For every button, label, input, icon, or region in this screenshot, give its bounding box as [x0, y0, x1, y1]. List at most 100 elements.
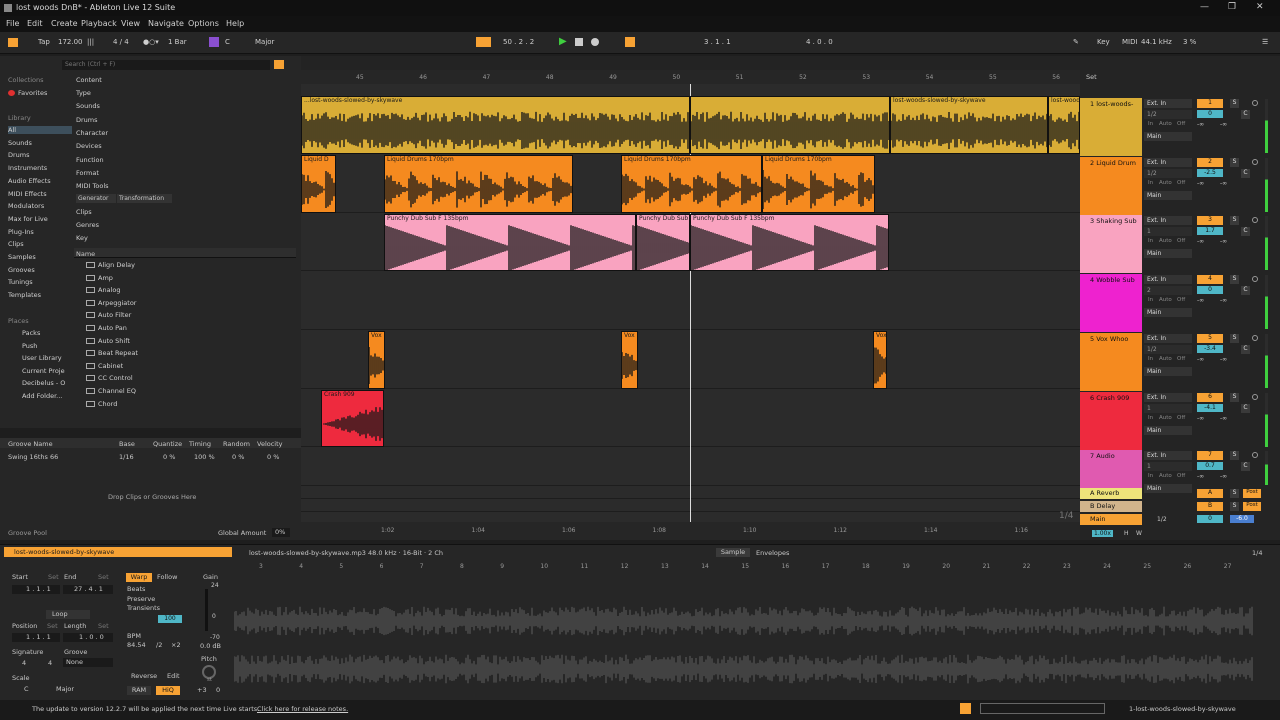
set-button[interactable]: Set: [1086, 73, 1097, 81]
send-value[interactable]: -∞: [1197, 415, 1204, 422]
monitor-off[interactable]: Off: [1177, 297, 1185, 303]
clip-liquid-drums[interactable]: Liquid Drums 170bpm: [762, 155, 875, 213]
key-map-button[interactable]: Key: [1097, 38, 1110, 46]
groove-row-quantize[interactable]: 0 %: [163, 453, 175, 461]
monitor-off[interactable]: Off: [1177, 238, 1185, 244]
length-set-button[interactable]: Set: [98, 622, 109, 630]
library-item-midi-effects[interactable]: MIDI Effects: [8, 190, 47, 198]
send-value[interactable]: -∞: [1197, 238, 1204, 245]
device-item[interactable]: Auto Pan: [86, 324, 127, 332]
track-header[interactable]: 6 Crash 909 Ext. In 1 In Auto Off Main 6 -4.1 -∞ -…: [1080, 391, 1280, 450]
send-value[interactable]: -∞: [1197, 121, 1204, 128]
clip-crash[interactable]: Crash 909: [321, 390, 384, 447]
category-type[interactable]: Type: [76, 89, 91, 97]
automation-arm-icon[interactable]: [625, 37, 635, 47]
clip-dub-sub[interactable]: Punchy Dub Sub F 135bpm: [690, 214, 889, 271]
monitor-auto[interactable]: Auto: [1159, 473, 1172, 479]
device-item[interactable]: Channel EQ: [86, 387, 136, 395]
groove-row-random[interactable]: 0 %: [232, 453, 244, 461]
monitor-in[interactable]: In: [1148, 415, 1153, 421]
h-button[interactable]: H: [1124, 530, 1129, 537]
position-field[interactable]: 1 . 1 . 1: [12, 633, 60, 642]
library-item-samples[interactable]: Samples: [8, 253, 36, 261]
input-channel-select[interactable]: 2: [1144, 286, 1192, 296]
browser-toggle-icon[interactable]: [8, 38, 18, 47]
library-item-all[interactable]: All: [8, 126, 72, 134]
library-item-instruments[interactable]: Instruments: [8, 164, 47, 172]
clip-dub-sub[interactable]: Punchy Dub Sub F 135bpm: [384, 214, 636, 271]
solo-button[interactable]: S: [1230, 216, 1239, 226]
input-type-select[interactable]: Ext. In: [1144, 157, 1192, 167]
time-signature-field[interactable]: 4 / 4: [113, 38, 129, 46]
send-value[interactable]: -∞: [1220, 356, 1227, 363]
quantization-menu[interactable]: 1 Bar: [168, 38, 187, 46]
monitor-off[interactable]: Off: [1177, 415, 1185, 421]
time-ruler[interactable]: 1:02 1:04 1:06 1:08 1:10 1:12 1:14 1:16: [301, 522, 1080, 540]
monitor-off[interactable]: Off: [1177, 121, 1185, 127]
loop-length-field[interactable]: 4 . 0 . 0: [806, 38, 833, 46]
return-track[interactable]: B Delay B S Post: [1080, 501, 1280, 513]
send-value[interactable]: -∞: [1220, 415, 1227, 422]
volume-field[interactable]: 1.7: [1197, 227, 1223, 236]
tab-envelopes[interactable]: Envelopes: [756, 549, 789, 557]
arm-button[interactable]: C: [1241, 344, 1250, 354]
monitor-auto[interactable]: Auto: [1159, 356, 1172, 362]
length-field[interactable]: 1 . 0 . 0: [63, 633, 113, 642]
metronome-toggle-icon[interactable]: ●○▾: [143, 38, 159, 46]
monitor-switch[interactable]: In Auto Off: [1144, 180, 1192, 189]
monitor-in[interactable]: In: [1148, 356, 1153, 362]
device-item[interactable]: Chord: [86, 400, 117, 408]
record-arm-icon[interactable]: [1252, 217, 1258, 224]
send-value[interactable]: -∞: [1220, 297, 1227, 304]
record-arm-icon[interactable]: [1252, 452, 1258, 459]
post-button[interactable]: Post: [1243, 489, 1261, 498]
half-tempo-button[interactable]: /2: [156, 641, 162, 649]
device-item[interactable]: Analog: [86, 286, 120, 294]
category-function[interactable]: Function: [76, 156, 104, 164]
category-genres[interactable]: Genres: [76, 221, 99, 229]
input-type-select[interactable]: Ext. In: [1144, 451, 1192, 461]
signature-denominator[interactable]: 4: [48, 659, 52, 667]
arm-button[interactable]: C: [1241, 286, 1250, 296]
menu-playback[interactable]: Playback: [81, 19, 117, 28]
output-select[interactable]: Main: [1144, 366, 1192, 376]
start-field[interactable]: 1 . 1 . 1: [12, 585, 60, 594]
main-name[interactable]: Main: [1080, 514, 1142, 523]
double-tempo-button[interactable]: ×2: [171, 641, 181, 649]
record-arm-icon[interactable]: [1252, 100, 1258, 106]
menu-options[interactable]: Options: [188, 19, 219, 28]
input-channel-select[interactable]: 1: [1144, 403, 1192, 413]
input-channel-select[interactable]: 1/2: [1144, 168, 1192, 178]
menu-icon[interactable]: ☰: [1262, 38, 1268, 46]
hiq-button[interactable]: HiQ: [156, 686, 180, 695]
track-name[interactable]: 6 Crash 909: [1080, 392, 1142, 402]
library-item-templates[interactable]: Templates: [8, 291, 41, 299]
monitor-switch[interactable]: In Auto Off: [1144, 356, 1192, 365]
main-track[interactable]: Main 1/2 0 -6.0: [1080, 514, 1280, 526]
solo-button[interactable]: S: [1230, 157, 1239, 167]
clip-name-bar[interactable]: lost-woods-slowed-by-skywave: [4, 547, 232, 557]
library-item-sounds[interactable]: Sounds: [8, 139, 32, 147]
record-arm-icon[interactable]: [1252, 334, 1258, 341]
track-activator[interactable]: 2: [1197, 157, 1223, 167]
play-icon[interactable]: ▶: [559, 36, 567, 47]
output-select[interactable]: Main: [1144, 132, 1192, 141]
monitor-switch[interactable]: In Auto Off: [1144, 473, 1192, 482]
monitor-off[interactable]: Off: [1177, 473, 1185, 479]
preserve-select[interactable]: Transients: [127, 604, 160, 612]
tab-sample[interactable]: Sample: [716, 548, 750, 557]
volume-field[interactable]: -3.4: [1197, 344, 1223, 353]
track-header[interactable]: 4 Wobble Sub Ext. In 2 In Auto Off Main 4 0 -∞ -∞ S…: [1080, 274, 1280, 333]
clip-lost-woods[interactable]: ...lost-woods-slowed-by-skywave: [301, 96, 690, 154]
pitch-fine[interactable]: 0: [216, 686, 220, 694]
clip-liquid-drums[interactable]: Liquid Drums 170bpm: [384, 155, 573, 213]
track-activator[interactable]: 1: [1197, 99, 1223, 108]
track-name[interactable]: 3 Shaking Sub: [1080, 215, 1142, 225]
device-item[interactable]: Align Delay: [86, 261, 135, 269]
beat-ruler[interactable]: 45 46 47 48 49 50 51 52 53 54 55 56: [301, 70, 1080, 84]
menu-navigate[interactable]: Navigate: [148, 19, 184, 28]
record-arm-icon[interactable]: [1252, 158, 1258, 165]
monitor-auto[interactable]: Auto: [1159, 180, 1172, 186]
follow-button[interactable]: Follow: [157, 573, 177, 581]
scale-mode-icon[interactable]: [209, 37, 219, 47]
